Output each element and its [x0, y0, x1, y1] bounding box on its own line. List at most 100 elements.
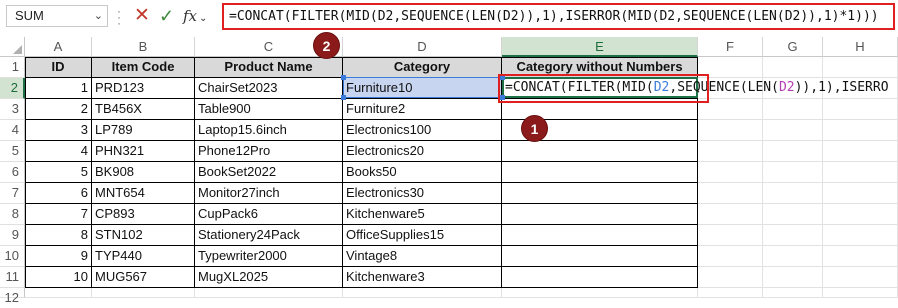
cell-b4[interactable]: LP789	[92, 120, 195, 141]
cell-a11[interactable]: 10	[25, 267, 92, 288]
cell-c3[interactable]: Table900	[195, 99, 343, 120]
cell-c4[interactable]: Laptop15.6inch	[195, 120, 343, 141]
cell-h1[interactable]	[823, 57, 898, 78]
cell-f5[interactable]	[698, 141, 763, 162]
select-all-corner[interactable]	[0, 37, 25, 57]
cell-g10[interactable]	[763, 246, 823, 267]
cell-e11[interactable]	[502, 267, 698, 288]
cell-f9[interactable]	[698, 225, 763, 246]
cell-f12[interactable]	[698, 288, 763, 298]
column-header-d[interactable]: D	[343, 37, 502, 57]
cell-h6[interactable]	[823, 162, 898, 183]
row-header-3[interactable]: 3	[0, 99, 25, 120]
cell-g5[interactable]	[763, 141, 823, 162]
cell-g7[interactable]	[763, 183, 823, 204]
cell-h5[interactable]	[823, 141, 898, 162]
cell-a5[interactable]: 4	[25, 141, 92, 162]
cell-b6[interactable]: BK908	[92, 162, 195, 183]
reference-handle[interactable]	[341, 95, 346, 100]
column-header-a[interactable]: A	[25, 37, 92, 57]
cell-d4[interactable]: Electronics100	[343, 120, 502, 141]
row-header-4[interactable]: 4	[0, 120, 25, 141]
column-header-e[interactable]: E	[502, 37, 698, 57]
cell-a3[interactable]: 2	[25, 99, 92, 120]
cell-a7[interactable]: 6	[25, 183, 92, 204]
cell-b7[interactable]: MNT654	[92, 183, 195, 204]
cell-d1[interactable]: Category	[343, 57, 502, 78]
cell-d3[interactable]: Furniture2	[343, 99, 502, 120]
cell-g1[interactable]	[763, 57, 823, 78]
cell-b10[interactable]: TYP440	[92, 246, 195, 267]
cell-c9[interactable]: Stationery24Pack	[195, 225, 343, 246]
cell-b8[interactable]: CP893	[92, 204, 195, 225]
cell-b12[interactable]	[92, 288, 195, 298]
cell-e8[interactable]	[502, 204, 698, 225]
cell-d10[interactable]: Vintage8	[343, 246, 502, 267]
cell-b9[interactable]: STN102	[92, 225, 195, 246]
cell-f4[interactable]	[698, 120, 763, 141]
row-header-6[interactable]: 6	[0, 162, 25, 183]
cancel-icon[interactable]: ✕	[134, 6, 152, 26]
cell-b3[interactable]: TB456X	[92, 99, 195, 120]
cell-b5[interactable]: PHN321	[92, 141, 195, 162]
cell-d9[interactable]: OfficeSupplies15	[343, 225, 502, 246]
cell-a10[interactable]: 9	[25, 246, 92, 267]
cell-a1[interactable]: ID	[25, 57, 92, 78]
column-header-f[interactable]: F	[698, 37, 763, 57]
cell-f6[interactable]	[698, 162, 763, 183]
cell-b11[interactable]: MUG567	[92, 267, 195, 288]
cell-g9[interactable]	[763, 225, 823, 246]
row-header-5[interactable]: 5	[0, 141, 25, 162]
cell-g12[interactable]	[763, 288, 823, 298]
cell-b2[interactable]: PRD123	[92, 78, 195, 99]
cell-a12[interactable]	[25, 288, 92, 298]
cell-c2[interactable]: ChairSet2023	[195, 78, 343, 99]
cell-f10[interactable]	[698, 246, 763, 267]
cell-g8[interactable]	[763, 204, 823, 225]
cell-g6[interactable]	[763, 162, 823, 183]
formula-input[interactable]: =CONCAT(FILTER(MID(D2,SEQUENCE(LEN(D2)),…	[222, 3, 895, 30]
cell-d5[interactable]: Electronics20	[343, 141, 502, 162]
cell-a9[interactable]: 8	[25, 225, 92, 246]
cell-h3[interactable]	[823, 99, 898, 120]
cell-h4[interactable]	[823, 120, 898, 141]
cell-c6[interactable]: BookSet2022	[195, 162, 343, 183]
cell-d7[interactable]: Electronics30	[343, 183, 502, 204]
row-header-2[interactable]: 2	[0, 78, 25, 99]
cell-c12[interactable]	[195, 288, 343, 298]
cell-c1[interactable]: Product Name	[195, 57, 343, 78]
cell-e7[interactable]	[502, 183, 698, 204]
cell-a4[interactable]: 3	[25, 120, 92, 141]
insert-function-button[interactable]: fx ⌄	[183, 5, 213, 27]
cell-h12[interactable]	[823, 288, 898, 298]
cell-e5[interactable]	[502, 141, 698, 162]
cell-g11[interactable]	[763, 267, 823, 288]
cell-e1[interactable]: Category without Numbers	[502, 57, 698, 78]
column-header-h[interactable]: H	[823, 37, 898, 57]
cell-h8[interactable]	[823, 204, 898, 225]
cell-d8[interactable]: Kitchenware5	[343, 204, 502, 225]
cell-a2[interactable]: 1	[25, 78, 92, 99]
cell-h10[interactable]	[823, 246, 898, 267]
row-header-7[interactable]: 7	[0, 183, 25, 204]
cell-e6[interactable]	[502, 162, 698, 183]
column-header-b[interactable]: B	[92, 37, 195, 57]
cell-c10[interactable]: Typewriter2000	[195, 246, 343, 267]
cell-d6[interactable]: Books50	[343, 162, 502, 183]
cell-f1[interactable]	[698, 57, 763, 78]
row-header-10[interactable]: 10	[0, 246, 25, 267]
row-header-8[interactable]: 8	[0, 204, 25, 225]
cell-a8[interactable]: 7	[25, 204, 92, 225]
enter-check-icon[interactable]: ✓	[159, 6, 177, 26]
cell-f3[interactable]	[698, 99, 763, 120]
cell-b1[interactable]: Item Code	[92, 57, 195, 78]
row-header-11[interactable]: 11	[0, 267, 25, 288]
cell-a6[interactable]: 5	[25, 162, 92, 183]
cell-c5[interactable]: Phone12Pro	[195, 141, 343, 162]
cell-c7[interactable]: Monitor27inch	[195, 183, 343, 204]
cell-e10[interactable]	[502, 246, 698, 267]
cell-d12[interactable]	[343, 288, 502, 298]
cell-h9[interactable]	[823, 225, 898, 246]
in-cell-formula[interactable]: =CONCAT(FILTER(MID(D2,SEQUENCE(LEN(D2)),…	[505, 78, 889, 97]
reference-handle[interactable]	[341, 75, 346, 80]
